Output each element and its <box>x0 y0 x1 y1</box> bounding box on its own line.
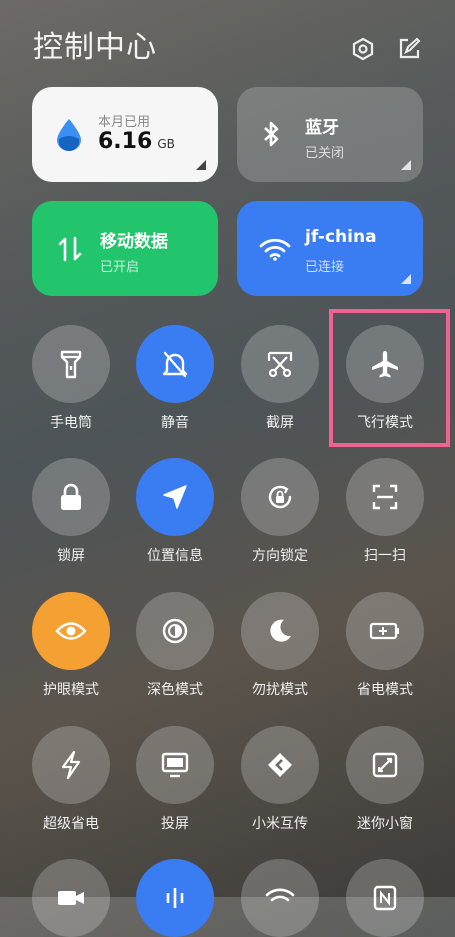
data-usage-card[interactable]: 本月已用 6.16 GB <box>32 87 218 182</box>
eye-icon <box>32 592 110 670</box>
usage-unit: GB <box>157 137 175 151</box>
tile-hotspot[interactable] <box>228 859 332 937</box>
tile-eye-care[interactable]: 护眼模式 <box>19 592 123 699</box>
tile-flashlight[interactable]: 手电筒 <box>19 325 123 432</box>
tile-label: 扫一扫 <box>364 548 406 564</box>
rotation-lock-icon <box>241 458 319 536</box>
tile-screenshot[interactable]: 截屏 <box>228 325 332 432</box>
scissors-icon <box>241 325 319 403</box>
hotspot-icon <box>241 859 319 937</box>
moon-icon <box>241 592 319 670</box>
battery-icon <box>346 592 424 670</box>
tile-label: 护眼模式 <box>43 682 99 698</box>
mobile-data-status: 已开启 <box>100 260 140 275</box>
mi-share-icon <box>241 726 319 804</box>
tile-sound-wave[interactable] <box>123 859 227 937</box>
tile-silent[interactable]: 静音 <box>123 325 227 432</box>
edit-icon[interactable] <box>397 37 421 61</box>
usage-caption: 本月已用 <box>98 115 151 130</box>
tile-label: 省电模式 <box>357 682 413 698</box>
tile-ultra-power-saving[interactable]: 超级省电 <box>19 726 123 833</box>
tile-rotation-lock[interactable]: 方向锁定 <box>228 458 332 565</box>
expand-corner-icon <box>401 274 411 284</box>
tile-lock-screen[interactable]: 锁屏 <box>19 458 123 565</box>
wifi-network-name: jf-china <box>305 227 377 247</box>
settings-hexagon-icon[interactable] <box>351 37 375 61</box>
video-camera-icon <box>32 859 110 937</box>
tile-cast[interactable]: 投屏 <box>123 726 227 833</box>
mobile-data-label: 移动数据 <box>100 232 168 252</box>
location-arrow-icon <box>136 458 214 536</box>
tile-power-saving[interactable]: 省电模式 <box>333 592 437 699</box>
nfc-icon <box>346 859 424 937</box>
tile-label: 锁屏 <box>57 548 85 564</box>
tile-label: 迷你小窗 <box>357 816 413 832</box>
tile-dark-mode[interactable]: 深色模式 <box>123 592 227 699</box>
tile-label: 位置信息 <box>147 548 203 564</box>
bluetooth-icon <box>261 120 281 148</box>
tile-mi-share[interactable]: 小米互传 <box>228 726 332 833</box>
tile-scan[interactable]: 扫一扫 <box>333 458 437 565</box>
tile-label: 方向锁定 <box>252 548 308 564</box>
expand-corner-icon <box>196 160 206 170</box>
tile-video[interactable] <box>19 859 123 937</box>
tile-label: 投屏 <box>161 816 189 832</box>
tile-label: 小米互传 <box>252 816 308 832</box>
bell-off-icon <box>136 325 214 403</box>
tile-label: 勿扰模式 <box>252 682 308 698</box>
tile-label: 静音 <box>161 415 189 431</box>
monitor-icon <box>136 726 214 804</box>
sound-wave-icon <box>136 859 214 937</box>
tile-label: 截屏 <box>266 415 294 431</box>
tile-label: 深色模式 <box>147 682 203 698</box>
water-drop-icon <box>54 117 84 151</box>
usage-value: 6.16 <box>98 129 153 154</box>
bluetooth-card[interactable]: 蓝牙 已关闭 <box>237 87 423 182</box>
wifi-icon <box>259 237 291 261</box>
expand-corner-icon <box>401 160 411 170</box>
bluetooth-status: 已关闭 <box>305 146 345 161</box>
bluetooth-label: 蓝牙 <box>305 118 339 138</box>
tile-mini-window[interactable]: 迷你小窗 <box>333 726 437 833</box>
data-transfer-icon <box>58 236 82 262</box>
flashlight-icon <box>32 325 110 403</box>
tile-location[interactable]: 位置信息 <box>123 458 227 565</box>
contrast-icon <box>136 592 214 670</box>
mini-window-icon <box>346 726 424 804</box>
mobile-data-card[interactable]: 移动数据 已开启 <box>32 201 218 296</box>
lightning-icon <box>32 726 110 804</box>
tile-label: 手电筒 <box>50 415 92 431</box>
tile-label: 超级省电 <box>43 816 99 832</box>
page-title: 控制中心 <box>33 30 157 65</box>
lock-icon <box>32 458 110 536</box>
scan-icon <box>346 458 424 536</box>
wifi-status: 已连接 <box>305 260 345 275</box>
tile-do-not-disturb[interactable]: 勿扰模式 <box>228 592 332 699</box>
wifi-card[interactable]: jf-china 已连接 <box>237 201 423 296</box>
tile-nfc[interactable] <box>333 859 437 937</box>
airplane-mode-highlight-box <box>329 309 450 447</box>
